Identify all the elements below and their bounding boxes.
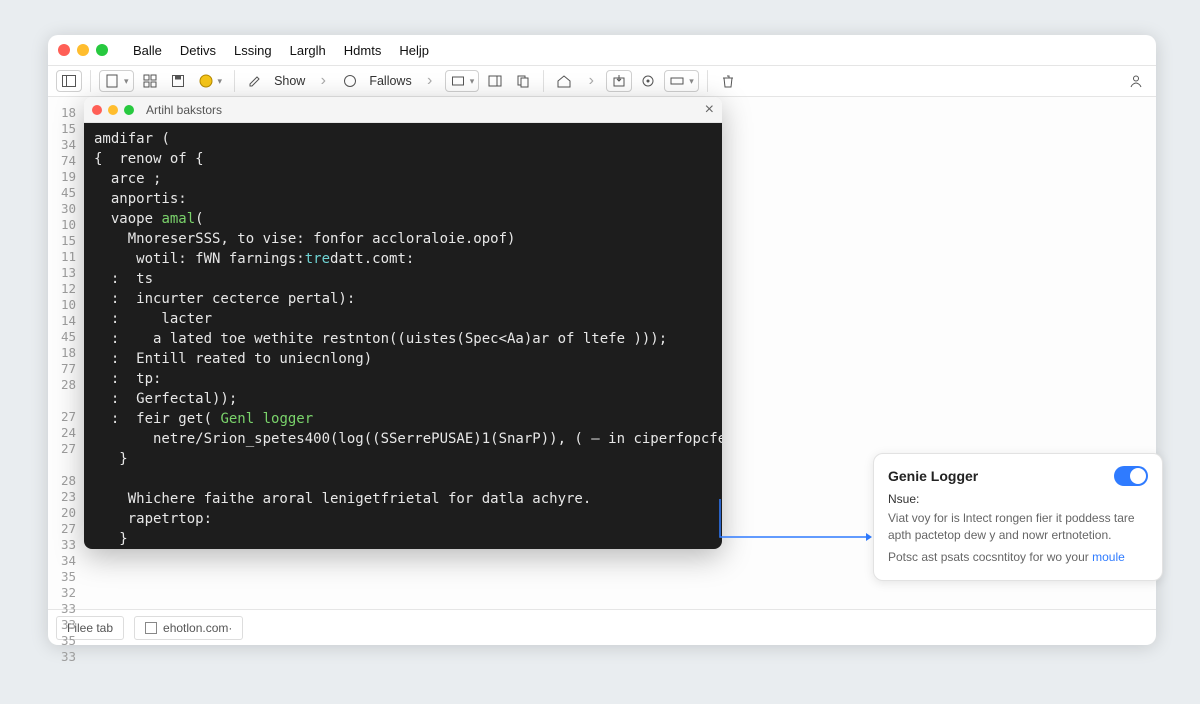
show-button[interactable]: Show <box>271 70 308 92</box>
chevron-right-icon <box>312 70 334 92</box>
menu-item[interactable]: Larglh <box>290 43 326 58</box>
trash-icon[interactable] <box>716 70 740 92</box>
titlebar: Balle Detivs Lssing Larglh Hdmts Heljp <box>48 35 1156 65</box>
code-area[interactable]: amdifar ( { renow of { arce ; anportis: … <box>84 123 722 549</box>
close-window-icon[interactable] <box>58 44 70 56</box>
card-dropdown[interactable] <box>445 70 480 92</box>
status-bar: Filee tab ehotlon.com· <box>48 609 1156 645</box>
menu-item[interactable]: Lssing <box>234 43 272 58</box>
zoom-icon[interactable] <box>124 105 134 115</box>
card-label: Nsue: <box>888 492 1148 506</box>
toggle-switch[interactable]: ? <box>1114 466 1148 486</box>
close-icon[interactable] <box>92 105 102 115</box>
layout-icon[interactable] <box>56 70 82 92</box>
menu-item[interactable]: Balle <box>133 43 162 58</box>
menu-bar: Balle Detivs Lssing Larglh Hdmts Heljp <box>133 43 429 58</box>
card-description: Viat voy for is lntect rongen fier it po… <box>888 510 1148 545</box>
save-icon[interactable] <box>166 70 190 92</box>
code-editor-panel: Artihl bakstors × amdifar ( { renow of {… <box>84 97 722 549</box>
minimize-icon[interactable] <box>108 105 118 115</box>
grid-icon[interactable] <box>138 70 162 92</box>
line-number-gutter: 1815347419453010151113121014451877282724… <box>48 97 82 567</box>
home-icon[interactable] <box>552 70 576 92</box>
status-tab[interactable]: ehotlon.com· <box>134 616 243 640</box>
editor-title: Artihl bakstors <box>146 103 222 117</box>
page-dropdown[interactable] <box>99 70 134 92</box>
user-icon[interactable] <box>1124 70 1148 92</box>
row-dropdown[interactable] <box>664 70 699 92</box>
card-hint: Potsc ast psats cocsntitoy for wo your m… <box>888 549 1148 566</box>
editor-surface: 1815347419453010151113121014451877282724… <box>48 97 1156 609</box>
copy-icon[interactable] <box>511 70 535 92</box>
card-title: Genie Logger ? <box>888 466 1148 486</box>
target-icon[interactable] <box>636 70 660 92</box>
menu-item[interactable]: Detivs <box>180 43 216 58</box>
status-tab-label: ehotlon.com· <box>163 621 232 635</box>
chevron-right-icon <box>580 70 602 92</box>
circle-icon[interactable] <box>338 70 362 92</box>
menu-item[interactable]: Heljp <box>399 43 429 58</box>
chevron-right-icon <box>419 70 441 92</box>
connector-line <box>718 497 878 557</box>
edit-icon[interactable] <box>243 70 267 92</box>
fallows-button[interactable]: Fallows <box>366 70 414 92</box>
menu-item[interactable]: Hdmts <box>344 43 382 58</box>
genie-logger-card: Genie Logger ? Nsue: Viat voy for is lnt… <box>873 453 1163 581</box>
minimize-window-icon[interactable] <box>77 44 89 56</box>
doc-icon <box>145 622 157 634</box>
close-x-icon[interactable]: × <box>705 101 714 119</box>
app-window: Balle Detivs Lssing Larglh Hdmts Heljp S… <box>48 35 1156 645</box>
zoom-window-icon[interactable] <box>96 44 108 56</box>
status-dropdown[interactable] <box>194 70 227 92</box>
card-link[interactable]: moule <box>1092 550 1125 564</box>
toolbar: Show Fallows <box>48 65 1156 97</box>
export-icon[interactable] <box>606 70 632 92</box>
panel-icon[interactable] <box>483 70 507 92</box>
editor-header: Artihl bakstors × <box>84 97 722 123</box>
card-title-text: Genie Logger <box>888 468 978 484</box>
card-hint-text: Potsc ast psats cocsntitoy for wo your <box>888 550 1092 564</box>
